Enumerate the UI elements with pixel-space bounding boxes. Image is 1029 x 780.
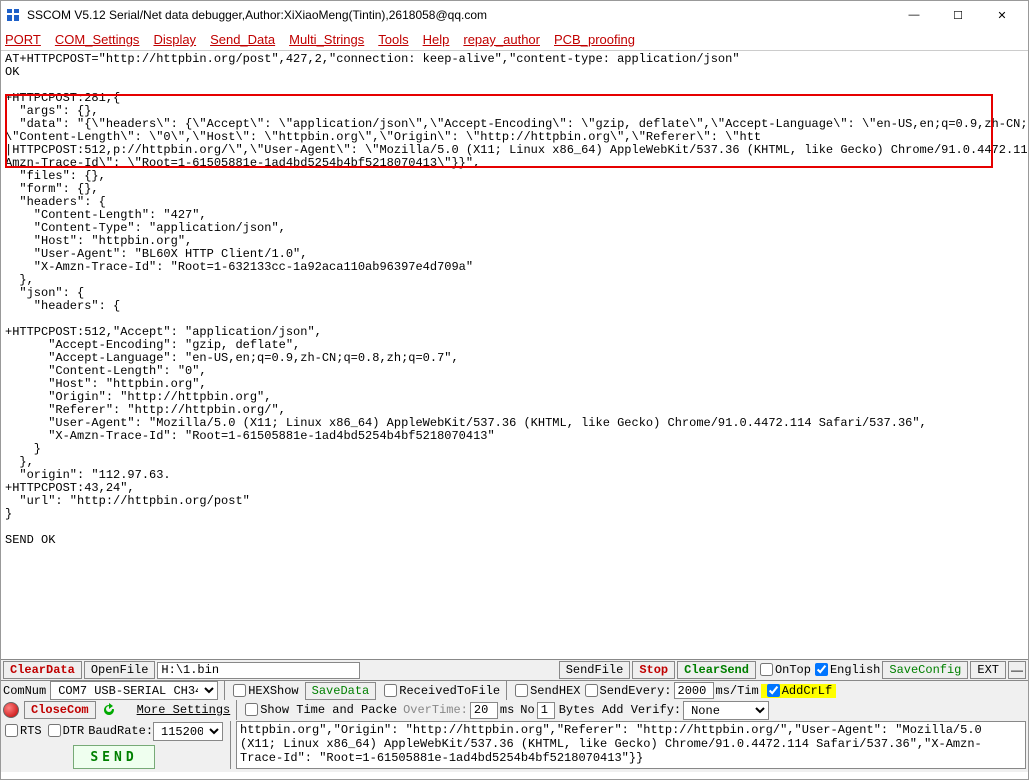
status-indicator-icon: [3, 702, 19, 718]
no-label: No: [520, 703, 534, 717]
english-label[interactable]: English: [813, 663, 880, 677]
hexshow-checkbox[interactable]: [233, 684, 246, 697]
no-input[interactable]: [537, 702, 555, 719]
close-button[interactable]: ✕: [980, 1, 1024, 29]
received-to-file-checkbox[interactable]: [384, 684, 397, 697]
sendhex-checkbox[interactable]: [515, 684, 528, 697]
control-panel: ClearData OpenFile SendFile Stop ClearSe…: [1, 659, 1028, 772]
terminal-output[interactable]: AT+HTTPCPOST="http://httpbin.org/post",4…: [1, 51, 1028, 659]
rts-label[interactable]: RTS: [3, 724, 42, 738]
clear-data-button[interactable]: ClearData: [3, 661, 82, 679]
menu-multi-strings[interactable]: Multi_Strings: [289, 32, 364, 47]
showtime-label[interactable]: Show Time and Packe: [243, 703, 397, 717]
bytes-verify-label: Bytes Add Verify:: [559, 703, 681, 717]
minimize-button[interactable]: —: [892, 1, 936, 29]
menu-send-data[interactable]: Send_Data: [210, 32, 275, 47]
ontop-label[interactable]: OnTop: [758, 663, 811, 677]
overtime-label: OverTime:: [403, 703, 468, 717]
menu-help[interactable]: Help: [423, 32, 450, 47]
menu-pcb-proofing[interactable]: PCB_proofing: [554, 32, 635, 47]
menu-com-settings[interactable]: COM_Settings: [55, 32, 140, 47]
maximize-button[interactable]: ☐: [936, 1, 980, 29]
toolbar-row-4: RTS DTR BaudRate: 115200 SEND: [1, 720, 1028, 772]
com-port-select[interactable]: COM7 USB-SERIAL CH340: [50, 681, 218, 700]
menu-repay-author[interactable]: repay_author: [463, 32, 540, 47]
sendevery-input[interactable]: [674, 682, 714, 699]
ms-label: ms: [500, 703, 514, 717]
toolbar-row-3: CloseCom More Settings Show Time and Pac…: [1, 700, 1028, 720]
sendevery-checkbox[interactable]: [585, 684, 598, 697]
rts-checkbox[interactable]: [5, 724, 18, 737]
open-file-button[interactable]: OpenFile: [84, 661, 156, 679]
ext-button[interactable]: EXT: [970, 661, 1006, 679]
menu-port[interactable]: PORT: [5, 32, 41, 47]
showtime-checkbox[interactable]: [245, 703, 258, 716]
verify-select[interactable]: None: [683, 701, 769, 720]
open-file-path[interactable]: [157, 662, 360, 679]
addcrlf-checkbox[interactable]: [767, 684, 780, 697]
send-button[interactable]: SEND: [73, 745, 155, 769]
mstim-label: ms/Tim: [716, 684, 759, 698]
baudrate-label: BaudRate:: [88, 724, 153, 738]
dtr-checkbox[interactable]: [48, 724, 61, 737]
english-checkbox[interactable]: [815, 663, 828, 676]
refresh-icon[interactable]: [101, 702, 117, 718]
window-controls: — ☐ ✕: [892, 1, 1024, 29]
save-data-button[interactable]: SaveData: [305, 682, 377, 700]
ontop-checkbox[interactable]: [760, 663, 773, 676]
toolbar-row-1: ClearData OpenFile SendFile Stop ClearSe…: [1, 660, 1028, 680]
send-text-input[interactable]: [236, 721, 1026, 769]
hide-button[interactable]: —: [1008, 661, 1026, 679]
hexshow-label[interactable]: HEXShow: [231, 684, 298, 698]
save-config-button[interactable]: SaveConfig: [882, 661, 968, 679]
close-com-button[interactable]: CloseCom: [24, 701, 96, 719]
send-file-button[interactable]: SendFile: [559, 661, 631, 679]
menubar: PORT COM_Settings Display Send_Data Mult…: [1, 29, 1028, 51]
sendhex-label[interactable]: SendHEX: [513, 684, 580, 698]
sendevery-label[interactable]: SendEvery:: [583, 684, 672, 698]
received-to-file-label[interactable]: ReceivedToFile: [382, 684, 500, 698]
dtr-label[interactable]: DTR: [46, 724, 85, 738]
titlebar: SSCOM V5.12 Serial/Net data debugger,Aut…: [1, 1, 1028, 29]
stop-button[interactable]: Stop: [632, 661, 675, 679]
menu-display[interactable]: Display: [153, 32, 196, 47]
clear-send-button[interactable]: ClearSend: [677, 661, 756, 679]
overtime-input[interactable]: [470, 702, 498, 719]
app-icon: [5, 7, 21, 23]
comnum-label: ComNum: [3, 684, 46, 698]
window-title: SSCOM V5.12 Serial/Net data debugger,Aut…: [27, 8, 892, 22]
terminal-text: AT+HTTPCPOST="http://httpbin.org/post",4…: [5, 52, 1028, 547]
baudrate-select[interactable]: 115200: [153, 722, 223, 741]
more-settings-label[interactable]: More Settings: [137, 703, 231, 717]
addcrlf-label[interactable]: AddCrLf: [761, 684, 836, 698]
toolbar-row-2: ComNum COM7 USB-SERIAL CH340 HEXShow Sav…: [1, 680, 1028, 700]
menu-tools[interactable]: Tools: [378, 32, 408, 47]
